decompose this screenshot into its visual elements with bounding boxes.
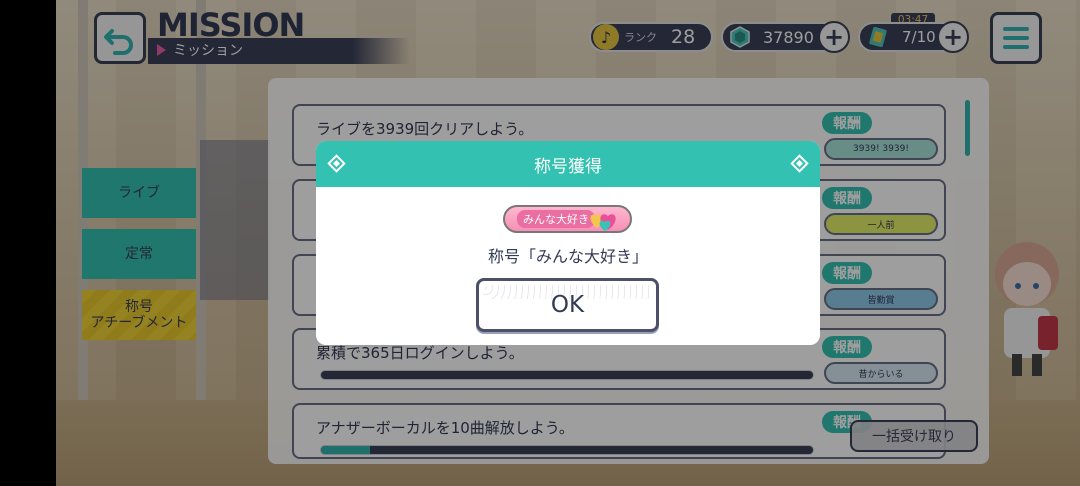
title-acquired-dialog: 称号獲得 みんな大好き 称号「みんな大好き」 OK bbox=[316, 141, 820, 345]
hearts-icon bbox=[590, 214, 616, 231]
dialog-title: 称号獲得 bbox=[534, 156, 602, 177]
letterbox-bar bbox=[0, 0, 56, 486]
ok-button[interactable]: OK bbox=[476, 278, 659, 332]
game-screen: MISSION ミッション ♪ ランク 28 37890 + 03:47 7/1… bbox=[0, 0, 1080, 486]
ok-button-label: OK bbox=[550, 292, 585, 318]
title-name-text: 称号「みんな大好き」 bbox=[487, 247, 648, 266]
badge-text: みんな大好き bbox=[517, 210, 595, 228]
title-badge: みんな大好き bbox=[503, 205, 632, 233]
dialog-header: 称号獲得 bbox=[316, 141, 820, 187]
